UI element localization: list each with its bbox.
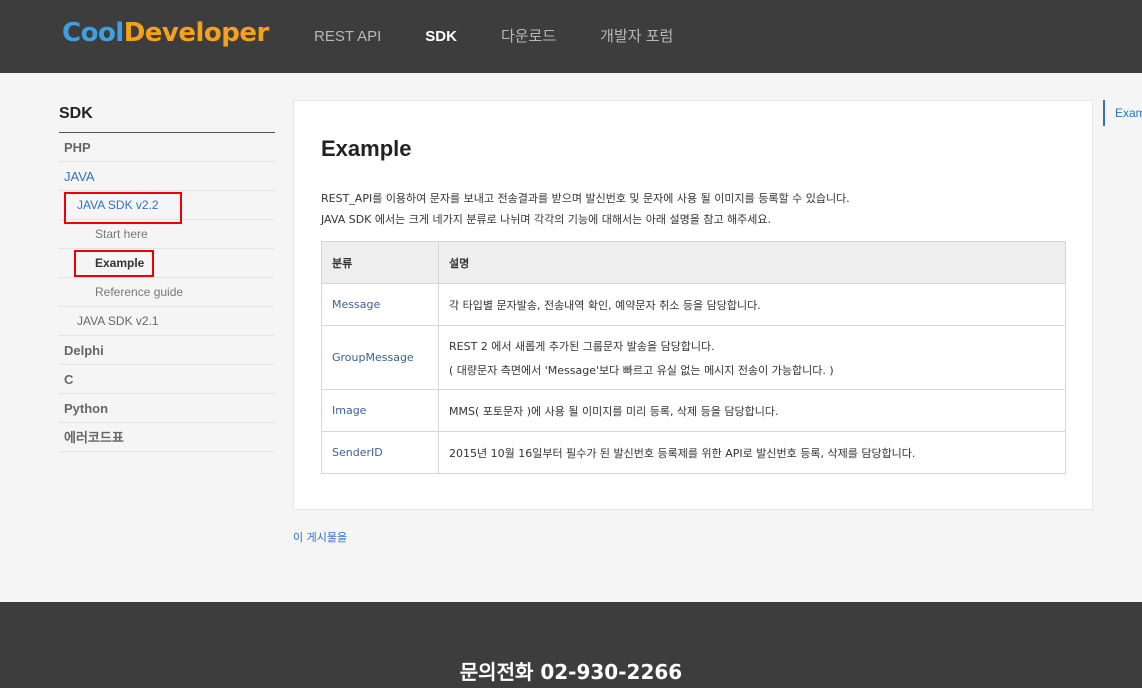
main-nav: REST API SDK 다운로드 개발자 포럼 <box>314 27 717 47</box>
sidebar-item-start-here[interactable]: Start here <box>59 220 275 249</box>
table-row: Image MMS( 포토문자 )에 사용 될 이미지를 미리 등록, 삭제 등… <box>321 389 1066 432</box>
table-header-row: 분류 설명 <box>321 241 1066 284</box>
post-share-link[interactable]: 이 게시물을 <box>293 529 347 545</box>
footer: 문의전화 02-930-2266 <box>0 602 1142 688</box>
description-line-1: REST_API를 이용하여 문자를 보내고 전송결과를 받으며 발신번호 및 … <box>321 192 850 205</box>
table-header-description: 설명 <box>438 241 1066 284</box>
sidebar-title: SDK <box>59 105 275 133</box>
description-line-2: JAVA SDK 에서는 크게 네가지 분류로 나뉘며 각각의 기능에 대해서는… <box>321 213 772 226</box>
content-panel: Example REST_API를 이용하여 문자를 보내고 전송결과를 받으며… <box>293 100 1093 510</box>
table-cell-key[interactable]: Image <box>321 389 439 432</box>
table-cell-desc: 2015년 10월 16일부터 필수가 된 발신번호 등록제를 위한 API로 … <box>438 431 1066 474</box>
sidebar-item-c[interactable]: C <box>59 365 275 394</box>
table-cell-key[interactable]: Message <box>321 283 439 326</box>
sidebar-item-error-codes[interactable]: 에러코드표 <box>59 423 275 452</box>
nav-developer-forum[interactable]: 개발자 포럼 <box>600 27 673 47</box>
sidebar-item-java[interactable]: JAVA <box>59 162 275 191</box>
table-cell-desc-multiline: REST 2 에서 새롭게 추가된 그룹문자 발송을 담당합니다. ( 대량문자… <box>438 325 1066 390</box>
nav-sdk[interactable]: SDK <box>425 27 457 47</box>
footer-phone: 문의전화 02-930-2266 <box>459 660 683 684</box>
logo[interactable]: CoolDeveloper <box>62 18 269 48</box>
table-cell-desc-line-2: ( 대량문자 측면에서 'Message'보다 빠르고 유실 없는 메시지 전송… <box>449 363 834 377</box>
sidebar-item-delphi[interactable]: Delphi <box>59 336 275 365</box>
sidebar-item-java-sdk-v22[interactable]: JAVA SDK v2.2 <box>59 191 275 220</box>
page-title: Example <box>321 136 412 161</box>
table-row: GroupMessage REST 2 에서 새롭게 추가된 그룹문자 발송을 … <box>321 325 1066 390</box>
nav-rest-api[interactable]: REST API <box>314 27 381 47</box>
table-row: SenderID 2015년 10월 16일부터 필수가 된 발신번호 등록제를… <box>321 431 1066 474</box>
sdk-class-table: 분류 설명 Message 각 타입별 문자발송, 전송내역 확인, 예약문자 … <box>321 241 1066 474</box>
nav-download[interactable]: 다운로드 <box>501 27 556 47</box>
sidebar-item-python[interactable]: Python <box>59 394 275 423</box>
table-cell-key[interactable]: SenderID <box>321 431 439 474</box>
sidebar-item-example[interactable]: Example <box>59 249 275 278</box>
sidebar-item-php[interactable]: PHP <box>59 133 275 162</box>
table-cell-key[interactable]: GroupMessage <box>321 325 439 390</box>
sidebar-item-java-sdk-v21[interactable]: JAVA SDK v2.1 <box>59 307 275 336</box>
logo-part-developer: Developer <box>123 18 270 48</box>
table-header-category: 분류 <box>321 241 439 284</box>
table-cell-desc: 각 타입별 문자발송, 전송내역 확인, 예약문자 취소 등을 담당합니다. <box>438 283 1066 326</box>
table-cell-desc-line-1: REST 2 에서 새롭게 추가된 그룹문자 발송을 담당합니다. <box>449 339 715 353</box>
sidebar: SDK PHP JAVA JAVA SDK v2.2 Start here Ex… <box>59 105 275 452</box>
toc-item-example[interactable]: Example <box>1115 106 1142 120</box>
table-row: Message 각 타입별 문자발송, 전송내역 확인, 예약문자 취소 등을 … <box>321 283 1066 326</box>
table-cell-desc: MMS( 포토문자 )에 사용 될 이미지를 미리 등록, 삭제 등을 담당합니… <box>438 389 1066 432</box>
logo-part-cool: Cool <box>62 18 124 48</box>
page-toc: Example <box>1103 100 1142 126</box>
top-header: CoolDeveloper REST API SDK 다운로드 개발자 포럼 <box>0 0 1142 73</box>
sidebar-item-reference-guide[interactable]: Reference guide <box>59 278 275 307</box>
